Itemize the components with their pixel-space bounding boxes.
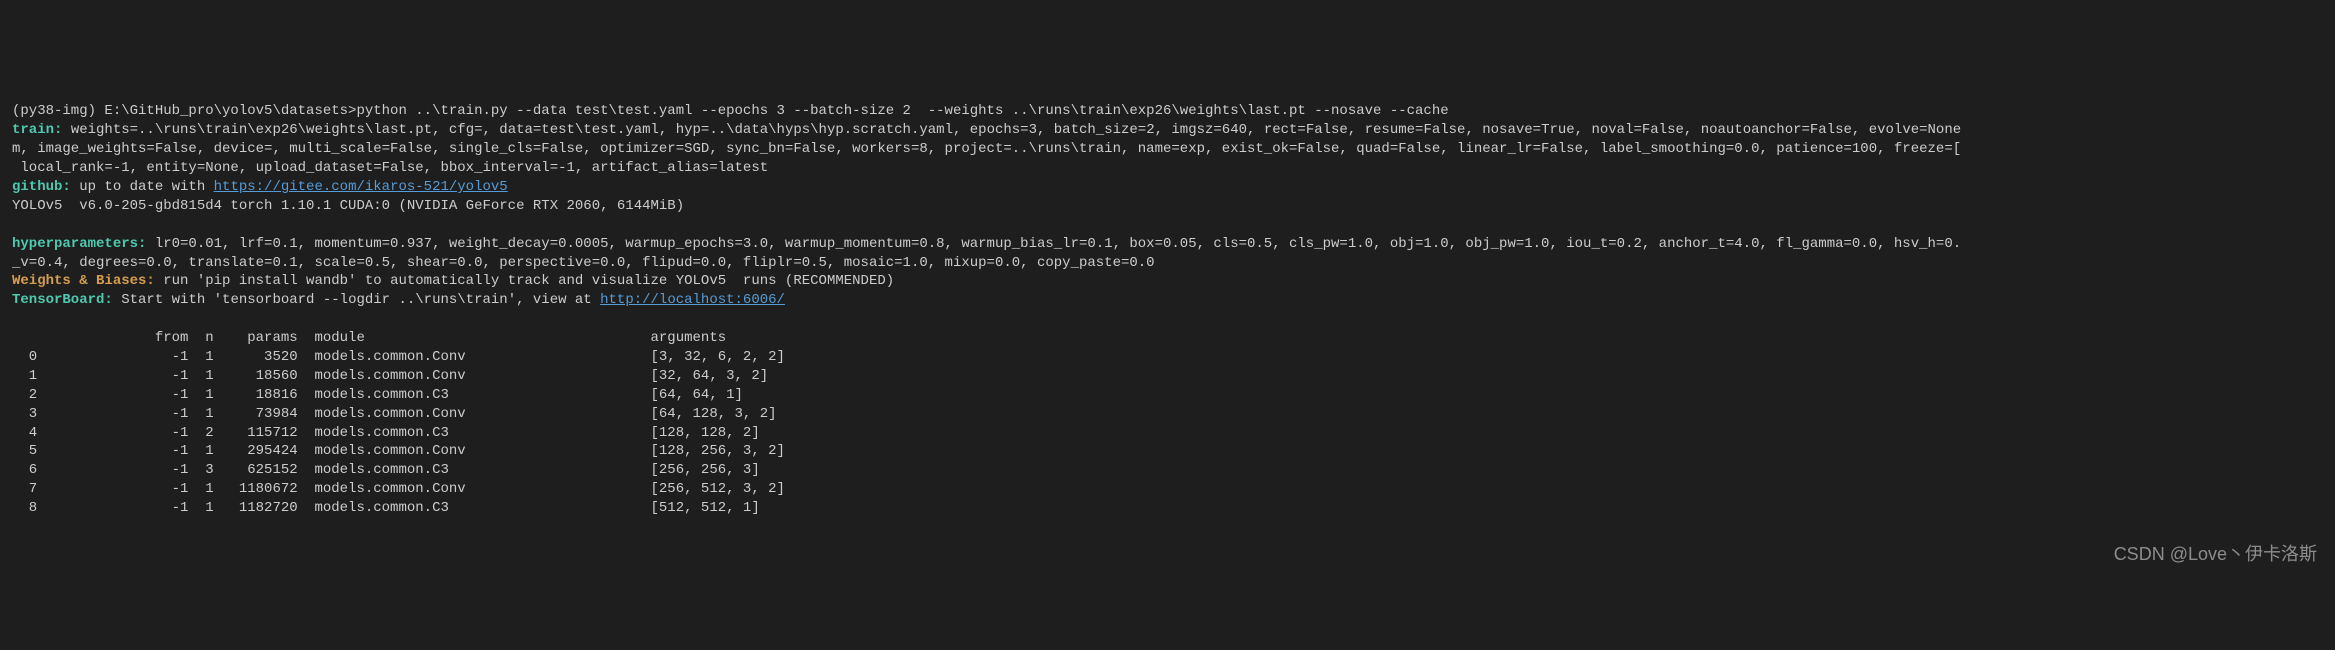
github-label: github: (12, 179, 71, 195)
weights-biases-label: Weights & Biases: (12, 273, 155, 289)
command-prompt: (py38-img) E:\GitHub_pro\yolov5\datasets… (12, 103, 1449, 119)
table-row: 0 -1 1 3520 models.common.Conv [3, 32, 6… (12, 349, 785, 365)
table-row: 6 -1 3 625152 models.common.C3 [256, 256… (12, 462, 760, 478)
table-row: 5 -1 1 295424 models.common.Conv [128, 2… (12, 443, 785, 459)
table-row: 1 -1 1 18560 models.common.Conv [32, 64,… (12, 368, 768, 384)
table-row: 8 -1 1 1182720 models.common.C3 [512, 51… (12, 500, 760, 516)
tensorboard-text: Start with 'tensorboard --logdir ..\runs… (113, 292, 600, 308)
table-row: 7 -1 1 1180672 models.common.Conv [256, … (12, 481, 785, 497)
weights-biases-text: run 'pip install wandb' to automatically… (155, 273, 894, 289)
train-args: weights=..\runs\train\exp26\weights\last… (12, 122, 1961, 176)
table-row: 4 -1 2 115712 models.common.C3 [128, 128… (12, 425, 760, 441)
github-link[interactable]: https://gitee.com/ikaros-521/yolov5 (214, 179, 508, 195)
train-label: train: (12, 122, 62, 138)
table-header: from n params module arguments (12, 330, 726, 346)
table-row: 2 -1 1 18816 models.common.C3 [64, 64, 1… (12, 387, 743, 403)
github-text: up to date with (71, 179, 214, 195)
watermark: CSDN @Love丶伊卡洛斯 (2114, 542, 2317, 566)
hyperparameters-text: lr0=0.01, lrf=0.1, momentum=0.937, weigh… (12, 236, 1961, 271)
tensorboard-link[interactable]: http://localhost:6006/ (600, 292, 785, 308)
yolov5-version-line: YOLOv5 v6.0-205-gbd815d4 torch 1.10.1 CU… (12, 198, 684, 214)
tensorboard-label: TensorBoard: (12, 292, 113, 308)
terminal-output: (py38-img) E:\GitHub_pro\yolov5\datasets… (12, 84, 2323, 518)
table-row: 3 -1 1 73984 models.common.Conv [64, 128… (12, 406, 777, 422)
hyperparameters-label: hyperparameters: (12, 236, 146, 252)
